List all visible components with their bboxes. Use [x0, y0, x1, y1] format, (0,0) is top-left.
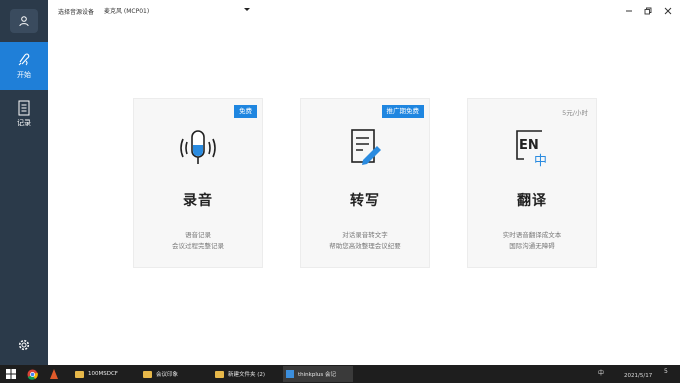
taskbar-task[interactable]: 会议印象	[140, 366, 208, 382]
translate-title: 翻译	[517, 193, 547, 209]
transcribe-desc-line1: 对话录音转文字	[342, 231, 388, 239]
app-icon	[50, 369, 58, 379]
settings-button[interactable]	[17, 337, 31, 356]
folder-icon	[75, 370, 84, 378]
record-desc-line1: 语音记录	[185, 231, 211, 239]
maximize-button[interactable]	[642, 5, 654, 17]
notification-count[interactable]: 5	[664, 368, 668, 375]
device-select-value: 麦克风 (MCP01)	[104, 8, 150, 15]
task-label: 100MSDCF	[88, 371, 118, 377]
windows-logo-icon	[6, 369, 16, 379]
transcribe-desc-line2: 帮助您高效整理会议纪要	[329, 242, 401, 250]
chrome-icon	[26, 368, 38, 380]
free-badge: 免费	[234, 105, 257, 118]
minimize-icon	[626, 10, 632, 12]
device-label: 选择音源设备	[58, 9, 95, 16]
clock-date[interactable]: 2021/5/17	[624, 373, 652, 379]
close-button[interactable]	[662, 5, 674, 17]
chrome-taskbar-icon[interactable]	[25, 367, 39, 381]
translate-icon: EN 中	[516, 130, 547, 169]
record-title: 录音	[183, 193, 213, 209]
transcribe-card[interactable]: 推广期免费 转写 对话录音转文字 帮助您高效整理会议纪要	[300, 98, 430, 268]
device-select[interactable]: 麦克风 (MCP01)	[104, 4, 254, 17]
taskbar: 100MSDCF 会议印象 新建文件夹 (2) thinkplus 会记 中 2…	[0, 365, 680, 383]
translate-desc-line2: 国际沟通无障碍	[509, 242, 555, 250]
price-label: 5元/小时	[562, 109, 588, 117]
transcribe-title: 转写	[350, 193, 380, 209]
user-avatar[interactable]	[10, 9, 38, 33]
taskbar-task[interactable]: 100MSDCF	[72, 366, 134, 382]
task-label: thinkplus 会记	[298, 372, 336, 378]
sidebar-item-start[interactable]: 开始	[0, 42, 48, 90]
sidebar-item-label: 开始	[17, 71, 31, 79]
sidebar: 开始 记录	[0, 0, 48, 365]
microphone-icon	[180, 130, 216, 164]
record-desc-line2: 会议过程完整记录	[172, 242, 224, 250]
svg-text:EN: EN	[519, 138, 539, 153]
close-icon	[664, 7, 672, 15]
user-icon	[19, 16, 29, 27]
microphone-hand-icon	[18, 53, 30, 66]
ime-indicator[interactable]: 中	[598, 368, 604, 377]
translate-desc-line1: 实时语音翻译成文本	[502, 231, 562, 239]
document-icon	[18, 100, 30, 116]
app-window: 开始 记录 选择音源设备 麦克风 (MCP01) 免费 录音 语音记录 会议过程…	[0, 0, 680, 365]
minimize-button[interactable]	[623, 5, 635, 17]
task-label: 会议印象	[156, 372, 179, 378]
document-pen-icon	[351, 129, 381, 165]
folder-icon	[143, 370, 152, 378]
gear-icon	[18, 339, 30, 351]
start-button[interactable]	[4, 367, 18, 381]
taskbar-task-active[interactable]: thinkplus 会记	[283, 366, 353, 382]
translate-card[interactable]: 5元/小时 EN 中 翻译 实时语音翻译成文本 国际沟通无障碍	[467, 98, 597, 268]
thinkplus-icon	[286, 370, 294, 378]
app-taskbar-icon[interactable]	[47, 367, 61, 381]
promo-free-badge: 推广期免费	[381, 105, 424, 118]
taskbar-task[interactable]: 新建文件夹 (2)	[212, 366, 280, 382]
chevron-down-icon	[244, 8, 250, 11]
svg-text:中: 中	[534, 154, 547, 169]
task-label: 新建文件夹 (2)	[228, 372, 266, 378]
record-card[interactable]: 免费 录音 语音记录 会议过程完整记录	[133, 98, 263, 268]
folder-icon	[215, 370, 224, 378]
restore-icon	[644, 7, 652, 15]
sidebar-item-label: 记录	[17, 119, 31, 127]
sidebar-item-records[interactable]: 记录	[0, 90, 48, 138]
title-bar: 选择音源设备 麦克风 (MCP01)	[48, 0, 680, 22]
